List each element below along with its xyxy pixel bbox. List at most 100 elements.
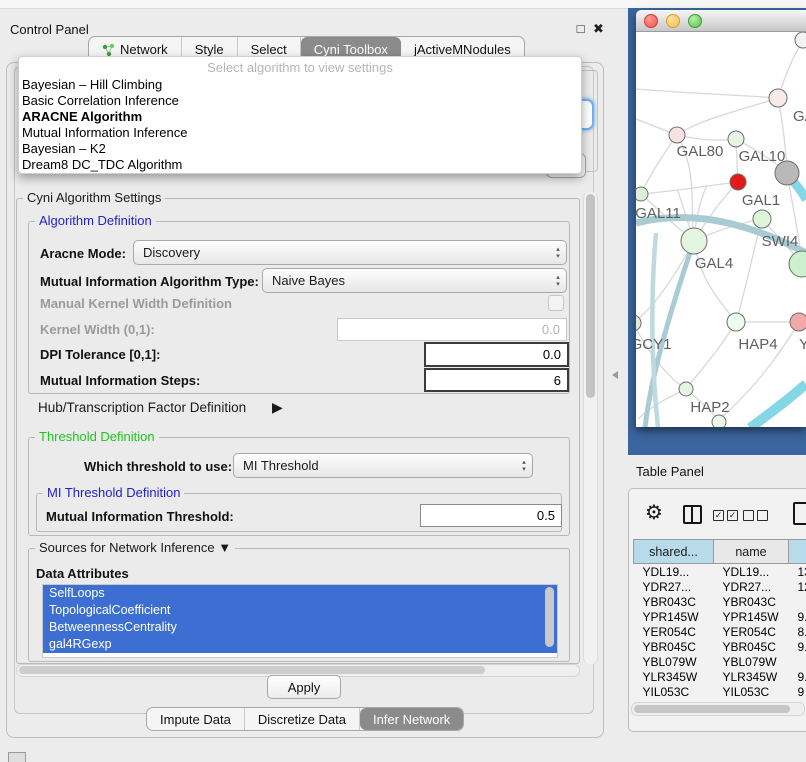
mi-steps-field[interactable]: 6 (424, 368, 569, 392)
algorithm-option-selected[interactable]: ARACNE Algorithm (19, 109, 581, 125)
node-hap2[interactable] (679, 382, 693, 396)
table-hscrollbar-thumb[interactable] (634, 705, 790, 713)
panel-title: Control Panel (10, 22, 89, 37)
node-label: HAP2 (690, 399, 729, 416)
tab-discretize-data[interactable]: Discretize Data (245, 708, 360, 730)
list-scrollbar-thumb[interactable] (545, 587, 554, 647)
hub-definition-label: Hub/Transcription Factor Definition (38, 400, 246, 415)
node-gal[interactable] (769, 89, 787, 107)
thick-edge (750, 384, 806, 427)
node-pink[interactable] (669, 127, 685, 143)
node-green[interactable] (728, 131, 744, 147)
table-row[interactable]: YBR043CYBR043C (634, 594, 806, 609)
tab-impute-data[interactable]: Impute Data (147, 708, 245, 730)
node-label: GAL (793, 108, 806, 125)
splitter-collapse-icon[interactable] (612, 371, 618, 379)
column-header[interactable]: A (789, 540, 806, 564)
network-canvas[interactable]: GAL80 GAL10 GAL GAL1 GAL11 SWI4 GAL4 GCY… (636, 32, 806, 427)
table-row[interactable]: YPR145WYPR145W9. (634, 609, 806, 624)
settings-hscrollbar-thumb[interactable] (19, 666, 485, 674)
settings-scrollbar-thumb[interactable] (586, 194, 595, 398)
algorithm-option[interactable]: Dream8 DC_TDC Algorithm (19, 157, 581, 173)
kernel-width-label: Kernel Width (0,1): (40, 322, 155, 337)
network-window-titlebar[interactable] (636, 10, 806, 32)
select-all-checkboxes-icon[interactable]: ✓ ✓ (713, 510, 738, 521)
table-row[interactable]: YLR345WYLR345W9. (634, 669, 806, 684)
group-title: Algorithm Definition (35, 213, 156, 228)
gear-icon[interactable]: ⚙ (645, 503, 663, 523)
dpi-tolerance-field[interactable]: 0.0 (424, 342, 569, 367)
node-green-right[interactable] (789, 251, 806, 277)
group-title: Sources for Network Inference ▼ (35, 540, 235, 555)
collapse-arrow-icon[interactable]: ▼ (218, 540, 231, 555)
node-salmon[interactable] (790, 313, 806, 331)
deselect-all-checkboxes-icon[interactable] (743, 510, 768, 521)
kernel-width-field[interactable]: 0.0 (337, 318, 567, 341)
close-icon[interactable]: ✖ (591, 21, 606, 36)
table-row[interactable]: YIL053CYIL053C9 (634, 684, 806, 699)
tab-infer-network[interactable]: Infer Network (360, 708, 463, 730)
algorithm-dropdown-popup: Select algorithm to view settings Bayesi… (18, 56, 582, 174)
network-window: GAL80 GAL10 GAL GAL1 GAL11 SWI4 GAL4 GCY… (636, 10, 806, 427)
algorithm-option[interactable]: Bayesian – K2 (19, 141, 581, 157)
aracne-mode-label: Aracne Mode: (40, 246, 126, 261)
table-panel: ⚙ ✓ ✓ shared... name A YDL19...YDL19...1… (628, 488, 806, 732)
expand-arrow-icon[interactable]: ▶ (272, 399, 283, 416)
mi-algorithm-type-combobox[interactable]: Naive Bayes ▴▾ (262, 268, 567, 293)
dpi-tolerance-label: DPI Tolerance [0,1]: (40, 347, 160, 362)
table-row[interactable]: YDR27...YDR27...12 (634, 579, 806, 594)
which-threshold-combobox[interactable]: MI Threshold ▴▾ (233, 453, 533, 478)
list-item[interactable]: SelfLoops (43, 585, 557, 602)
close-traffic-light-icon[interactable] (644, 14, 658, 28)
node-partial-bottom[interactable] (712, 415, 726, 427)
stepper-arrows-icon: ▴▾ (550, 246, 566, 260)
node-hap4[interactable] (727, 313, 745, 331)
column-header[interactable]: name (714, 540, 789, 564)
columns-icon[interactable] (683, 505, 702, 524)
node-gal1-red[interactable] (730, 174, 746, 190)
float-window-icon[interactable]: □ (573, 21, 588, 36)
settings-scrollbar[interactable] (583, 192, 598, 664)
group-title: Cyni Algorithm Settings (23, 190, 165, 205)
node-gal11[interactable] (636, 187, 648, 201)
which-threshold-label: Which threshold to use: (84, 459, 232, 474)
list-item[interactable]: BetweennessCentrality (43, 619, 557, 636)
network-graph: GAL80 GAL10 GAL GAL1 GAL11 SWI4 GAL4 GCY… (636, 32, 806, 427)
data-attributes-label: Data Attributes (36, 566, 129, 581)
zoom-traffic-light-icon[interactable] (688, 14, 702, 28)
algorithm-option[interactable]: Basic Correlation Inference (19, 93, 581, 109)
node-label: GAL1 (742, 192, 780, 209)
list-item[interactable]: gal4RGexp (43, 636, 557, 653)
table-hscrollbar[interactable] (631, 702, 805, 716)
node-label: GAL80 (677, 143, 724, 160)
node-gal4[interactable] (681, 228, 707, 254)
thick-edge (652, 233, 658, 427)
table-row[interactable]: YDL19...YDL19...13 (634, 564, 806, 580)
mi-steps-label: Mutual Information Steps: (40, 373, 200, 388)
node-label: Y (799, 336, 806, 353)
app-root: Control Panel □ ✖ Network Style Select C… (0, 0, 806, 762)
manual-kernel-checkbox[interactable] (548, 295, 564, 311)
table-row[interactable]: YBL079WYBL079W (634, 654, 806, 669)
algorithm-option[interactable]: Mutual Information Inference (19, 125, 581, 141)
minimize-traffic-light-icon[interactable] (666, 14, 680, 28)
node-label: GAL10 (739, 148, 786, 165)
apply-button[interactable]: Apply (267, 675, 341, 699)
node-label: GCY1 (636, 336, 671, 353)
data-attributes-list[interactable]: SelfLoops TopologicalCoefficient Between… (42, 584, 558, 658)
mi-type-label: Mutual Information Algorithm Type: (40, 274, 259, 289)
mi-threshold-field[interactable]: 0.5 (420, 504, 562, 527)
bottom-tabstrip: Impute Data Discretize Data Infer Networ… (146, 707, 464, 731)
list-item[interactable]: TopologicalCoefficient (43, 602, 557, 619)
table-row[interactable]: YBR045CYBR045C9. (634, 639, 806, 654)
group-title: MI Threshold Definition (43, 485, 184, 500)
algorithm-option[interactable]: Bayesian – Hill Climbing (19, 77, 581, 93)
document-icon[interactable] (793, 502, 806, 525)
table-row[interactable]: YER054CYER054C8. (634, 624, 806, 639)
dock-panel-icon[interactable] (8, 752, 26, 762)
node-swi4[interactable] (753, 210, 771, 228)
aracne-mode-combobox[interactable]: Discovery ▴▾ (133, 240, 567, 265)
node-partial[interactable] (795, 32, 806, 48)
column-header[interactable]: shared... (634, 540, 714, 564)
stepper-arrows-icon: ▴▾ (550, 274, 566, 288)
